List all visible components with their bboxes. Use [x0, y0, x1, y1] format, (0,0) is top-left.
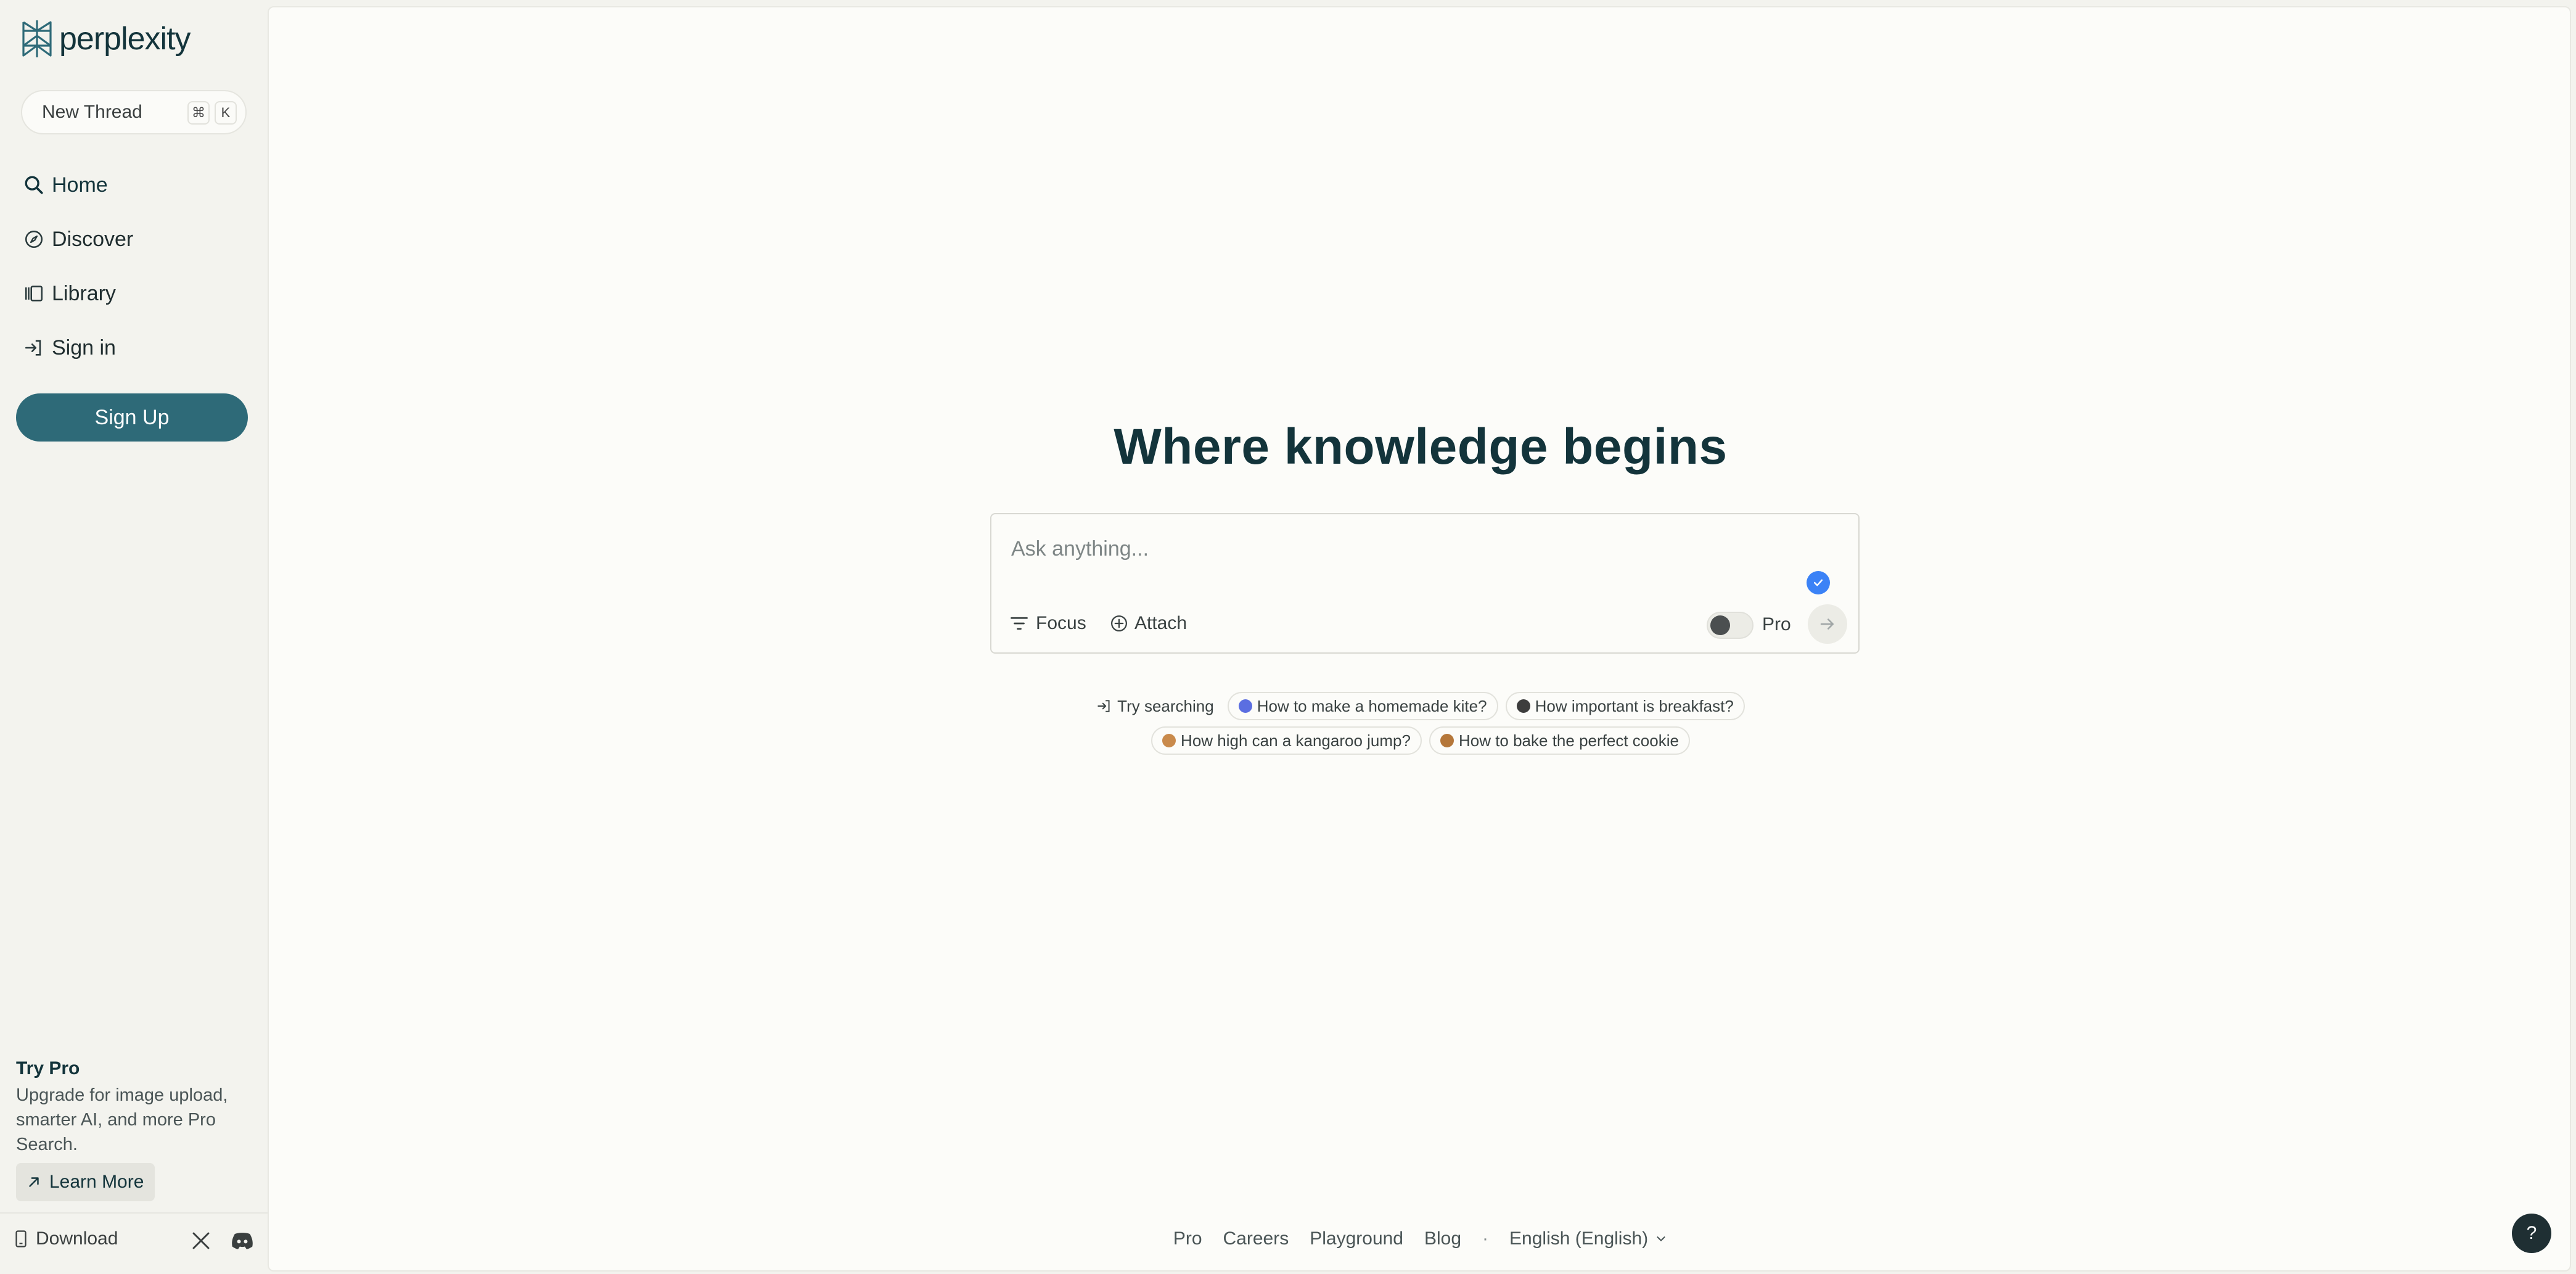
sidebar-item-library[interactable]: Library	[23, 275, 116, 312]
pro-toggle[interactable]	[1707, 612, 1754, 639]
search-input[interactable]	[1010, 533, 1814, 565]
learn-more-label: Learn More	[49, 1172, 144, 1192]
perplexity-logo-icon	[22, 20, 52, 57]
search-icon	[25, 176, 43, 194]
plus-circle-icon	[1111, 615, 1127, 631]
language-selector[interactable]: English (English)	[1509, 1228, 1668, 1249]
footer-link-pro[interactable]: Pro	[1173, 1228, 1202, 1249]
try-searching-label: Try searching	[1096, 692, 1220, 720]
sidebar-item-label: Discover	[52, 227, 134, 251]
sidebar-item-label: Sign in	[52, 335, 116, 360]
suggestion-text: How to bake the perfect cookie	[1458, 731, 1679, 750]
suggestion-text: How important is breakfast?	[1535, 696, 1734, 715]
chevron-down-icon	[1657, 1236, 1665, 1241]
try-pro-description: Upgrade for image upload, smarter AI, an…	[16, 1085, 228, 1154]
search-box: Focus Attach Pro	[990, 513, 1860, 654]
suggestion-chip[interactable]: How high can a kangaroo jump?	[1151, 726, 1422, 755]
sidebar-item-sign-in[interactable]: Sign in	[23, 329, 116, 366]
logo[interactable]: perplexity	[20, 18, 191, 59]
kite-icon	[1238, 699, 1252, 713]
attach-label: Attach	[1134, 613, 1188, 633]
suggestions-row-1: Try searching How to make a homemade kit…	[269, 692, 2572, 720]
submit-button[interactable]	[1808, 604, 1847, 644]
suggestion-text: How to make a homemade kite?	[1257, 696, 1487, 715]
footer-link-careers[interactable]: Careers	[1223, 1228, 1289, 1249]
new-thread-label: New Thread	[42, 102, 142, 122]
learn-more-button[interactable]: Learn More	[16, 1163, 155, 1201]
help-button[interactable]: ?	[2512, 1214, 2551, 1253]
pro-label: Pro	[1762, 614, 1791, 635]
download-link[interactable]: Download	[14, 1228, 118, 1249]
suggestions-row-2: How high can a kangaroo jump? How to bak…	[269, 726, 2572, 755]
footer: Pro Careers Playground Blog · English (E…	[269, 1228, 2572, 1249]
sidebar-item-label: Home	[52, 173, 108, 197]
frying-pan-icon	[1516, 699, 1530, 713]
page-title: Where knowledge begins	[1114, 419, 1728, 475]
filter-icon	[1011, 617, 1028, 630]
focus-button[interactable]: Focus	[1010, 613, 1086, 634]
sidebar-item-home[interactable]: Home	[23, 166, 108, 203]
shortcut-hint: ⌘ K	[187, 101, 237, 125]
footer-separator: ·	[1482, 1228, 1489, 1249]
suggestion-chip[interactable]: How to make a homemade kite?	[1227, 692, 1498, 720]
try-pro-title: Try Pro	[16, 1058, 80, 1079]
main-panel: Where knowledge begins Focus Attach Pro …	[268, 6, 2571, 1272]
library-icon	[25, 286, 43, 302]
download-label: Download	[36, 1228, 118, 1249]
arrow-right-icon	[1820, 619, 1834, 630]
sidebar-item-label: Library	[52, 281, 116, 305]
sidebar-item-discover[interactable]: Discover	[23, 221, 133, 258]
phone-icon	[15, 1230, 27, 1247]
compass-icon	[25, 230, 43, 249]
discord-icon[interactable]	[231, 1231, 254, 1251]
toggle-knob	[1710, 615, 1730, 635]
cookie-icon	[1440, 734, 1454, 747]
new-thread-button[interactable]: New Thread ⌘ K	[21, 90, 247, 134]
sidebar-divider	[0, 1212, 268, 1214]
sidebar: perplexity New Thread ⌘ K Home Discover …	[0, 0, 268, 1274]
kangaroo-icon	[1162, 734, 1176, 747]
check-icon	[1807, 571, 1830, 594]
footer-link-playground[interactable]: Playground	[1310, 1228, 1403, 1249]
language-label: English (English)	[1509, 1228, 1649, 1249]
suggestion-chip[interactable]: How important is breakfast?	[1505, 692, 1745, 720]
x-twitter-icon[interactable]	[191, 1231, 211, 1251]
attach-button[interactable]: Attach	[1110, 613, 1187, 634]
sign-in-icon	[25, 340, 41, 356]
brand-name: perplexity	[59, 21, 191, 57]
command-key: ⌘	[187, 101, 210, 125]
arrow-up-right-icon	[29, 1177, 39, 1187]
sign-up-button[interactable]: Sign Up	[16, 393, 248, 442]
try-searching-text: Try searching	[1117, 696, 1214, 715]
k-key: K	[215, 101, 237, 125]
sign-in-arrow-icon	[1097, 700, 1110, 712]
suggestion-chip[interactable]: How to bake the perfect cookie	[1429, 726, 1690, 755]
focus-label: Focus	[1036, 613, 1086, 633]
footer-link-blog[interactable]: Blog	[1424, 1228, 1461, 1249]
suggestion-text: How high can a kangaroo jump?	[1181, 731, 1411, 750]
